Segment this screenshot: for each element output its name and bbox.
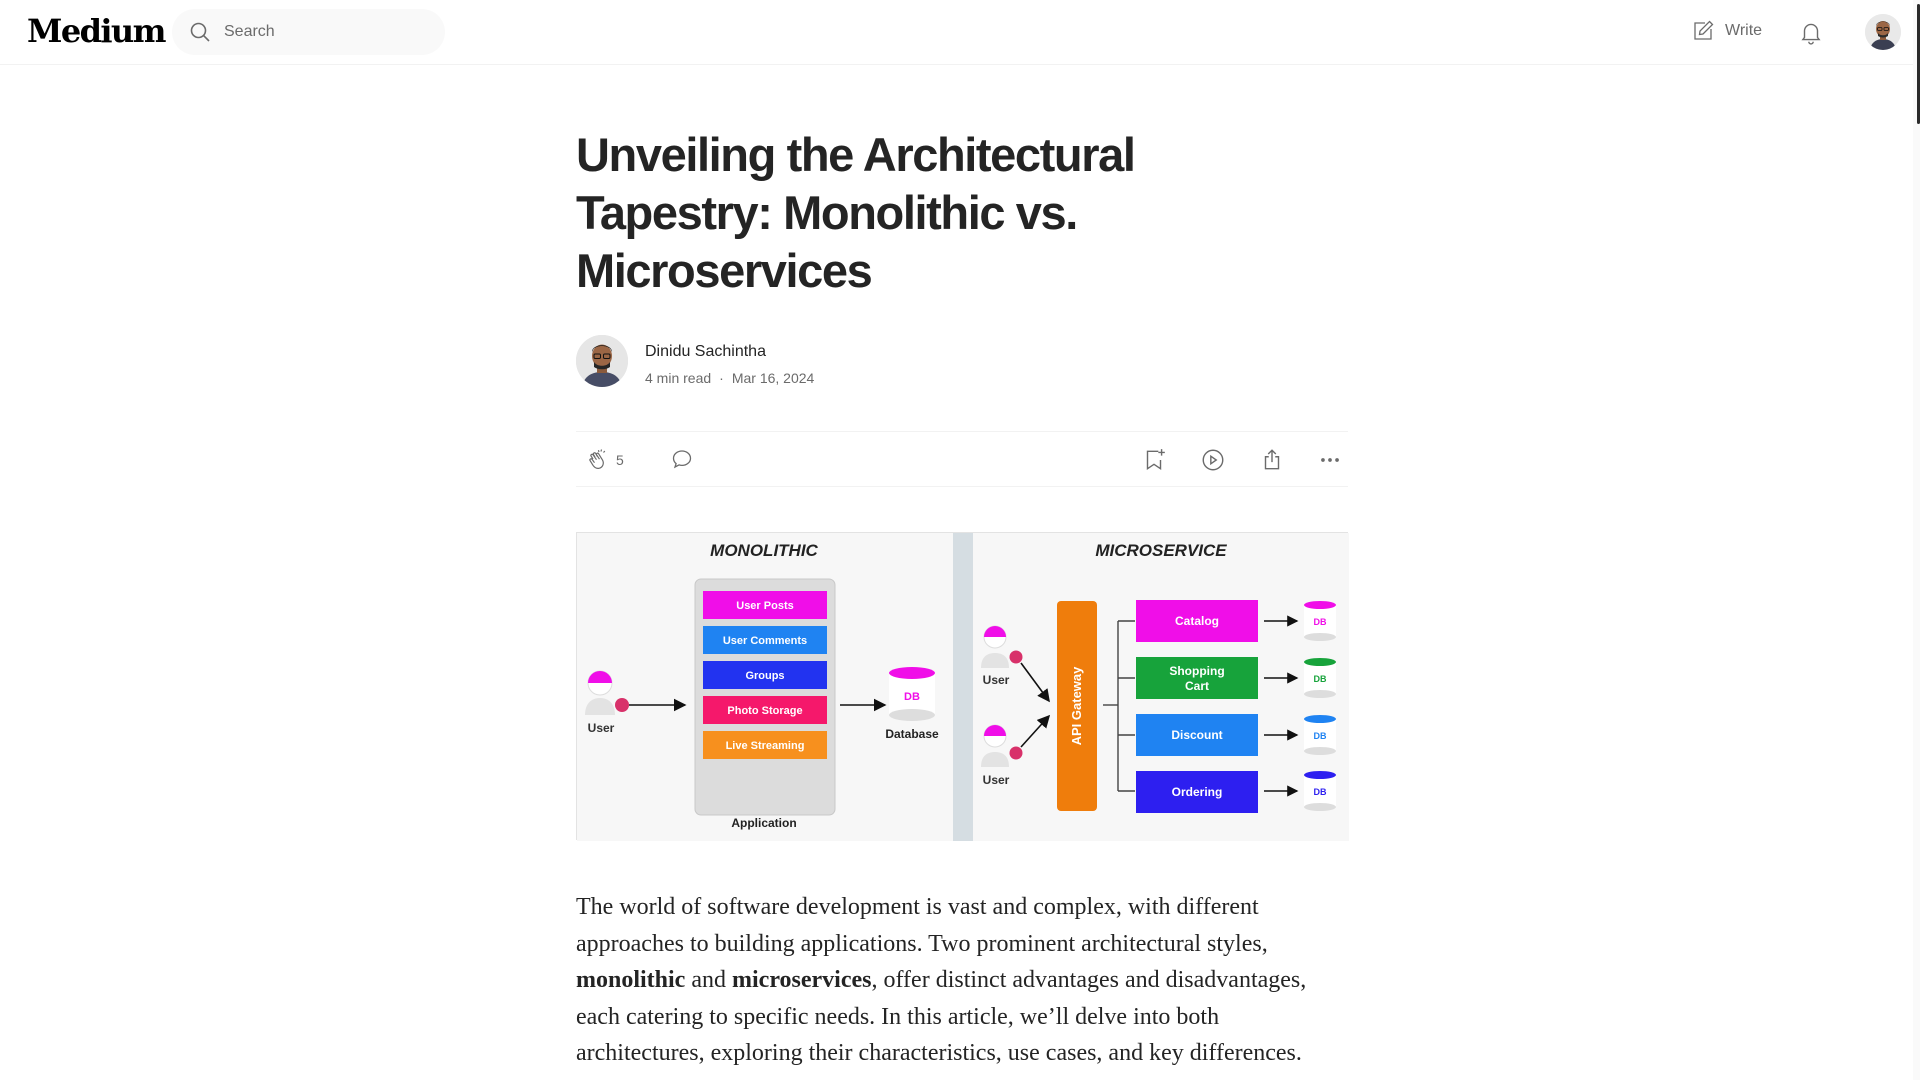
mono-module-label: Groups [745,670,784,682]
clap-button[interactable]: 5 [586,448,624,472]
listen-play-icon[interactable] [1200,447,1226,473]
author-name[interactable]: Dinidu Sachintha [645,343,766,361]
hero-image: MONOLITHIC User User Posts User Comments G… [576,532,1349,841]
write-button[interactable]: Write [1691,19,1762,43]
medium-logo[interactable]: Medium [27,12,166,50]
mono-title: MONOLITHIC [710,541,818,560]
read-time: 4 min read [645,370,712,386]
author-byline: Dinidu Sachintha 4 min read · Mar 16, 20… [576,335,1076,391]
user-avatar-photo [1865,14,1901,50]
bookmark-add-icon[interactable] [1141,447,1167,473]
author-avatar[interactable] [576,335,628,387]
search-icon [190,22,210,42]
meta-separator: · [719,370,724,386]
write-label: Write [1725,22,1763,39]
author-avatar-photo [576,335,628,387]
service-db-label: DB [1314,787,1327,797]
service-ordering-label: Ordering [1172,785,1223,799]
micro-user-top-label: User [983,673,1010,687]
service-db-label: DB [1314,731,1327,741]
comment-icon[interactable] [670,447,694,471]
database-label: Database [885,727,939,741]
api-gateway-label: API Gateway [1069,666,1084,746]
service-db-label: DB [1314,674,1327,684]
top-nav: Medium Write [0,0,1920,65]
article-action-bar: 5 [576,431,1348,487]
mono-user-label: User [588,721,615,735]
bold-monolithic: monolithic [576,967,686,993]
paragraph-text-1: The world of software development is vas… [576,894,1268,957]
search-box[interactable] [172,9,445,55]
clap-icon [589,449,606,470]
write-icon [1694,20,1714,40]
bold-microservices: microservices [732,967,872,993]
service-catalog-label: Catalog [1175,614,1219,628]
architecture-diagram: MONOLITHIC User User Posts User Comments G… [577,533,1349,841]
page-scrollbar-track[interactable] [1913,0,1920,1080]
article-title: Unveiling the Architectural Tapestry: Mo… [576,128,1136,297]
mono-module-label: Live Streaming [726,740,805,752]
mono-modules: User Posts User Comments Groups Photo Stora… [703,591,827,759]
article-meta: 4 min read · Mar 16, 2024 [645,370,814,386]
mono-module-label: User Comments [723,635,807,647]
more-options-icon[interactable] [1317,447,1343,473]
publish-date: Mar 16, 2024 [731,370,815,386]
mono-module-label: User Posts [736,600,793,612]
micro-title: MICROSERVICE [1095,541,1227,560]
service-db-label: DB [1314,617,1327,627]
application-label: Application [731,816,796,830]
share-icon[interactable] [1259,447,1285,473]
micro-user-bottom-label: User [983,773,1010,787]
article-paragraph: The world of software development is vas… [576,889,1348,1072]
service-shopping-label: Shopping [1169,664,1224,678]
search-input[interactable] [224,23,424,41]
clap-count: 5 [616,452,624,468]
service-discount-label: Discount [1171,728,1222,742]
notifications-icon[interactable] [1798,19,1824,45]
db-label-mono: DB [904,691,920,703]
user-avatar[interactable] [1865,14,1901,50]
service-cart-label: Cart [1185,679,1209,693]
paragraph-text-and: and [685,967,732,993]
mono-module-label: Photo Storage [727,705,802,717]
